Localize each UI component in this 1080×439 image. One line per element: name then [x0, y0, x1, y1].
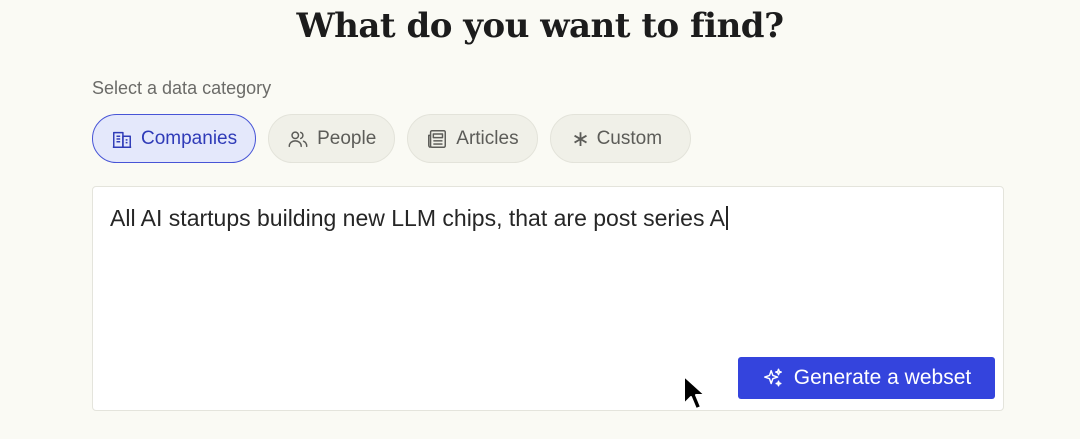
category-chip-articles[interactable]: Articles: [407, 114, 538, 163]
text-caret: [725, 206, 728, 230]
page-title: What do you want to find?: [296, 6, 785, 46]
query-value: All AI startups building new LLM chips, …: [110, 205, 725, 231]
category-chip-people[interactable]: People: [268, 114, 396, 163]
category-chips: Companies People Articles ∗ Custom: [92, 114, 692, 163]
category-chip-label: Articles: [456, 127, 519, 149]
category-label: Select a data category: [92, 78, 272, 98]
category-chip-label: Custom: [596, 127, 663, 149]
webset-search-page: What do you want to find? Select a data …: [0, 0, 1080, 439]
category-chip-label: People: [317, 127, 377, 149]
building-icon: [111, 128, 133, 150]
category-chip-companies[interactable]: Companies: [92, 114, 257, 163]
category-chip-custom[interactable]: ∗ Custom: [549, 114, 692, 163]
generate-button-label: Generate a webset: [793, 366, 972, 389]
sparkles-icon: [762, 367, 784, 389]
people-icon: [287, 128, 309, 150]
generate-webset-button[interactable]: Generate a webset: [738, 357, 995, 399]
newspaper-icon: [426, 128, 448, 150]
category-chip-label: Companies: [141, 127, 238, 149]
asterisk-icon: ∗: [571, 125, 590, 151]
mouse-pointer-icon: [683, 375, 706, 410]
query-text: All AI startups building new LLM chips, …: [110, 205, 983, 232]
